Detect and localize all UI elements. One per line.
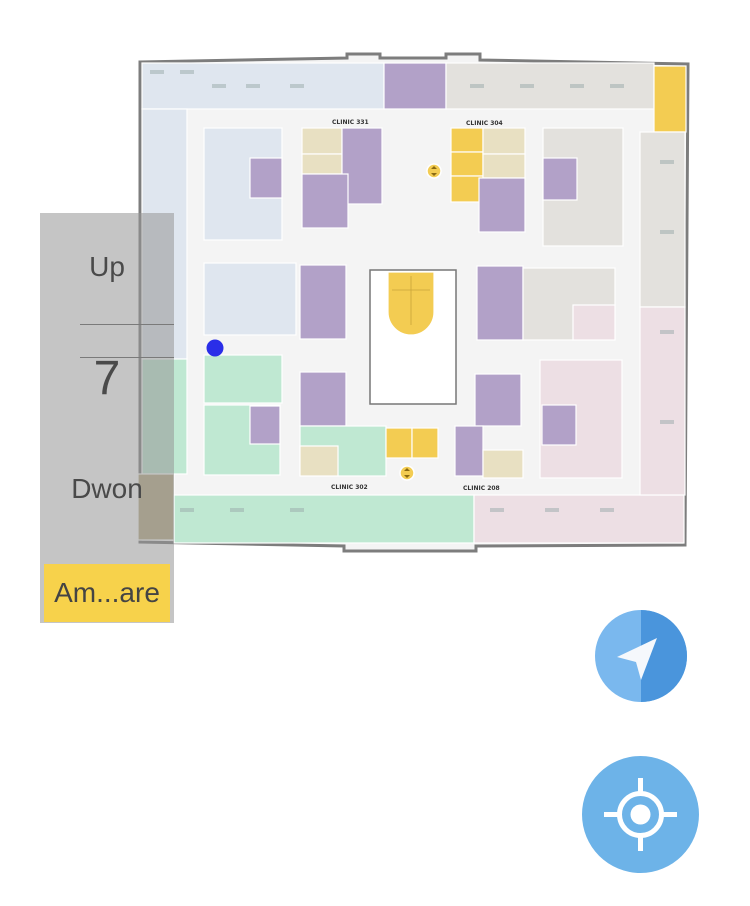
restroom-sw[interactable] [249, 405, 281, 445]
elevator-3[interactable] [450, 175, 484, 203]
restroom-se[interactable] [454, 425, 484, 477]
south-east-wing[interactable] [473, 494, 685, 544]
south-west-wing[interactable] [173, 494, 475, 544]
stair-room-ne[interactable] [653, 65, 687, 133]
tan-room-1[interactable] [301, 127, 343, 155]
compass-button[interactable] [595, 610, 687, 702]
clinic-label-302: CLINIC 302 [331, 484, 368, 491]
tan-room-se[interactable] [482, 449, 524, 479]
elevator-2[interactable] [450, 151, 484, 177]
tan-room-ne-1[interactable] [482, 127, 526, 155]
clinic-e-pink[interactable] [572, 304, 616, 341]
ne-purple-room[interactable] [542, 157, 578, 201]
current-floor-number: 7 [93, 352, 121, 405]
locate-me-button[interactable] [582, 756, 699, 873]
north-west-wing[interactable] [141, 62, 385, 110]
elevator-1[interactable] [450, 127, 484, 153]
tan-room-2[interactable] [301, 153, 343, 175]
nw-purple-room[interactable] [249, 157, 283, 199]
clinic-label-304: CLINIC 304 [466, 120, 503, 127]
clinic-label-208: CLINIC 208 [463, 485, 500, 492]
floor-down-button[interactable]: Dwon [40, 473, 174, 505]
elevator-s-2[interactable] [411, 427, 439, 459]
lift-icon-south [399, 465, 415, 481]
waiting-se[interactable] [474, 373, 522, 427]
waiting-sw[interactable] [299, 371, 347, 427]
clinic-w-rooms[interactable] [203, 262, 297, 336]
navigation-arrow-icon [595, 610, 687, 702]
clinic-label-331: CLINIC 331 [332, 119, 369, 126]
waiting-w[interactable] [299, 264, 347, 340]
amenities-button[interactable]: Am...are [44, 564, 170, 622]
east-wing-north[interactable] [639, 131, 686, 308]
waiting-nw[interactable] [301, 173, 349, 229]
north-room-purple[interactable] [383, 62, 447, 110]
floor-selector: Up 7 Dwon Am...are [40, 213, 174, 623]
crosshair-icon [604, 778, 677, 851]
east-wing-south[interactable] [639, 306, 686, 496]
waiting-ne[interactable] [478, 177, 526, 233]
waiting-e[interactable] [476, 265, 524, 341]
floor-divider-top [80, 324, 174, 325]
user-location-dot [206, 339, 224, 357]
lift-icon-north [426, 163, 442, 179]
clinic-sw-rooms-1[interactable] [203, 354, 283, 404]
elevator-s-1[interactable] [385, 427, 413, 459]
tan-room-ne-2[interactable] [482, 153, 526, 179]
tan-room-sw[interactable] [299, 445, 339, 477]
floor-up-button[interactable]: Up [40, 251, 174, 283]
se-purple-room[interactable] [541, 404, 577, 446]
